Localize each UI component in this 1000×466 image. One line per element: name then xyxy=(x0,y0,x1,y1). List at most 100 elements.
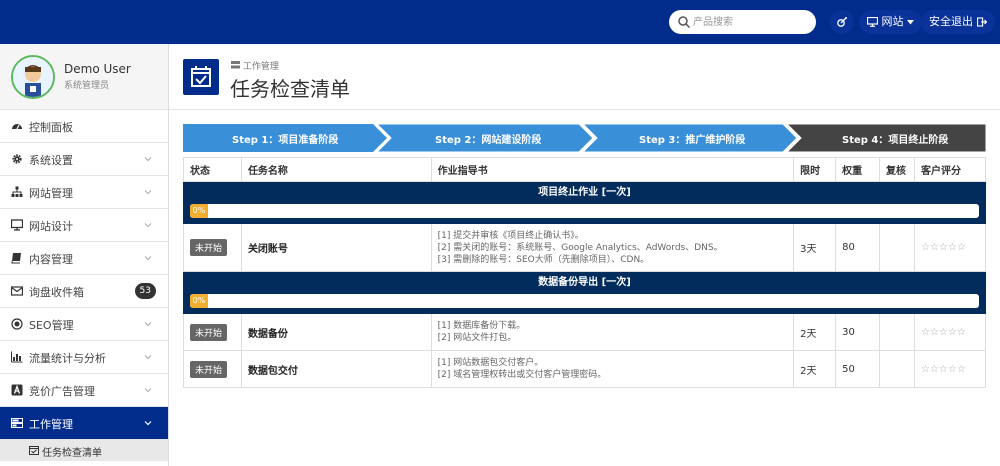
envelope-icon xyxy=(11,286,23,296)
task-time-limit: 2天 xyxy=(793,313,837,351)
chevron-down-icon xyxy=(144,223,152,228)
task-time-limit: 2天 xyxy=(793,350,837,388)
calendar-check-icon xyxy=(29,446,39,455)
header-time-limit: 限时 xyxy=(793,157,837,182)
chevron-down-icon xyxy=(144,256,152,261)
sidebar-menu: 控制面板 系统设置 网站管理 网站设计 内容管理 询盘收件箱 53 SEO管理 … xyxy=(0,110,168,461)
guide-line: [3] 需删除的账号：SEO大师（先删除项目）、CDN。 xyxy=(437,254,650,265)
target-icon xyxy=(11,318,23,330)
header-guide: 作业指导书 xyxy=(430,157,795,182)
sidebar-item-dashboard[interactable]: 控制面板 xyxy=(0,110,168,143)
page-header: 工作管理 任务检查清单 xyxy=(169,44,1000,110)
status-badge[interactable]: 未开始 xyxy=(190,360,228,378)
step-4-label: Step 4：项目终止阶段 xyxy=(842,135,949,146)
logout-label: 安全退出 xyxy=(929,15,973,28)
sidebar-item-label: 内容管理 xyxy=(29,253,73,266)
monitor-icon xyxy=(866,16,879,27)
sidebar-subitem-task-checklist[interactable]: 任务检查清单 xyxy=(0,440,168,461)
breadcrumb-label: 工作管理 xyxy=(242,62,279,72)
guide-line: [1] 网站数据包交付客户。 xyxy=(437,358,544,368)
rating-stars[interactable]: ☆☆☆☆☆ xyxy=(921,364,966,375)
sidebar-item-label: 控制面板 xyxy=(29,121,73,134)
user-name: Demo User xyxy=(64,62,131,76)
step-2-label: Step 2：网站建设阶段 xyxy=(435,135,542,146)
header-status: 状态 xyxy=(183,157,242,182)
sidebar-item-system-settings[interactable]: 系统设置 xyxy=(0,143,168,176)
section-title: 数据备份导出 [一次] xyxy=(538,277,631,288)
chevron-down-icon xyxy=(144,190,152,195)
guide-line: [2] 需关闭的账号：系统账号、Google Analytics、AdWords… xyxy=(437,242,723,253)
settings-button[interactable] xyxy=(830,10,854,34)
breadcrumb[interactable]: 工作管理 xyxy=(231,59,279,72)
guide-line: [2] 网站文件打包。 xyxy=(437,333,517,343)
satellite-icon xyxy=(837,17,847,27)
section-row: 数据备份导出 [一次] 0% xyxy=(183,271,986,314)
guide-line: [2] 域名管理权转出或交付客户管理密码。 xyxy=(437,370,607,380)
chevron-down-icon xyxy=(144,157,152,162)
tasks-icon xyxy=(231,61,240,69)
sidebar-item-ppc-ads[interactable]: 竞价广告管理 xyxy=(0,374,168,407)
task-name[interactable]: 数据备份 xyxy=(248,329,288,340)
progress-fill: 0% xyxy=(190,294,208,308)
header-task-name: 任务名称 xyxy=(240,157,432,182)
search-input[interactable] xyxy=(693,13,808,31)
task-name[interactable]: 数据包交付 xyxy=(248,366,298,377)
search-box[interactable] xyxy=(669,10,816,34)
book-icon xyxy=(11,253,21,264)
rating-stars[interactable]: ☆☆☆☆☆ xyxy=(921,327,966,338)
page-title: 任务检查清单 xyxy=(230,77,350,101)
sitemap-icon xyxy=(11,186,23,197)
progress-fill: 0% xyxy=(190,204,208,218)
inbox-count-badge: 53 xyxy=(134,283,156,299)
user-role: 系统管理员 xyxy=(64,81,110,91)
tasks-icon xyxy=(11,418,23,428)
header-review: 复核 xyxy=(879,157,915,182)
step-progress-bar: Step 1：项目准备阶段 Step 2：网站建设阶段 Step 3：推广维护阶… xyxy=(183,124,986,152)
section-title: 项目终止作业 [一次] xyxy=(538,187,631,198)
ad-icon xyxy=(11,384,23,396)
sidebar-item-label: 系统设置 xyxy=(29,154,73,167)
status-badge[interactable]: 未开始 xyxy=(190,323,228,341)
task-guide: [1] 网站数据包交付客户。 [2] 域名管理权转出或交付客户管理密码。 xyxy=(430,350,795,388)
sidebar-item-label: 网站设计 xyxy=(29,220,73,233)
chevron-down-icon xyxy=(144,388,152,393)
top-navbar: 网站 安全退出 xyxy=(0,0,1000,44)
sidebar-item-work-management[interactable]: 工作管理 xyxy=(0,407,168,440)
logout-button[interactable]: 安全退出 xyxy=(921,10,995,34)
sidebar-item-content-management[interactable]: 内容管理 xyxy=(0,242,168,275)
sidebar-item-seo[interactable]: SEO管理 xyxy=(0,308,168,341)
bar-chart-icon xyxy=(11,351,23,363)
task-weight: 80 xyxy=(835,223,881,272)
gear-icon xyxy=(12,154,22,164)
user-profile: Demo User 系统管理员 xyxy=(0,44,168,110)
sidebar-item-site-management[interactable]: 网站管理 xyxy=(0,176,168,209)
site-label: 网站 xyxy=(881,15,904,28)
sidebar-item-inquiry-inbox[interactable]: 询盘收件箱 53 xyxy=(0,275,168,308)
monitor-icon xyxy=(11,219,23,231)
sidebar-item-label: 询盘收件箱 xyxy=(29,286,84,299)
sidebar-item-label: SEO管理 xyxy=(29,319,74,332)
avatar[interactable] xyxy=(11,55,55,99)
guide-line: [1] 数据库备份下载。 xyxy=(437,321,526,331)
caret-down-icon xyxy=(907,19,914,24)
step-3-label: Step 3：推广维护阶段 xyxy=(639,135,746,146)
sidebar-item-site-design[interactable]: 网站设计 xyxy=(0,209,168,242)
status-badge[interactable]: 未开始 xyxy=(190,239,228,256)
table-row: 未开始 关闭账号 [1] 提交并审核《项目终止确认书》。 [2] 需关闭的账号：… xyxy=(183,223,986,272)
table-row: 未开始 数据备份 [1] 数据库备份下载。 [2] 网站文件打包。 2天 30 … xyxy=(183,313,986,351)
section-progress-bar: 0% xyxy=(190,204,979,218)
guide-line: [1] 提交并审核《项目终止确认书》。 xyxy=(437,230,584,241)
sidebar-item-traffic-stats[interactable]: 流量统计与分析 xyxy=(0,341,168,374)
section-progress-bar: 0% xyxy=(190,294,979,308)
site-dropdown-button[interactable]: 网站 xyxy=(859,10,922,34)
task-guide: [1] 提交并审核《项目终止确认书》。 [2] 需关闭的账号：系统账号、Goog… xyxy=(430,223,795,272)
rating-stars[interactable]: ☆☆☆☆☆ xyxy=(921,242,966,253)
task-name[interactable]: 关闭账号 xyxy=(248,244,288,255)
sidebar-item-label: 工作管理 xyxy=(29,418,73,431)
sign-out-icon xyxy=(976,17,987,27)
chevron-down-icon xyxy=(144,322,152,327)
table-header-row: 状态 任务名称 作业指导书 限时 权重 复核 客户评分 xyxy=(183,157,986,182)
calendar-check-icon xyxy=(191,66,211,87)
task-weight: 50 xyxy=(835,350,881,388)
search-icon xyxy=(678,16,691,29)
